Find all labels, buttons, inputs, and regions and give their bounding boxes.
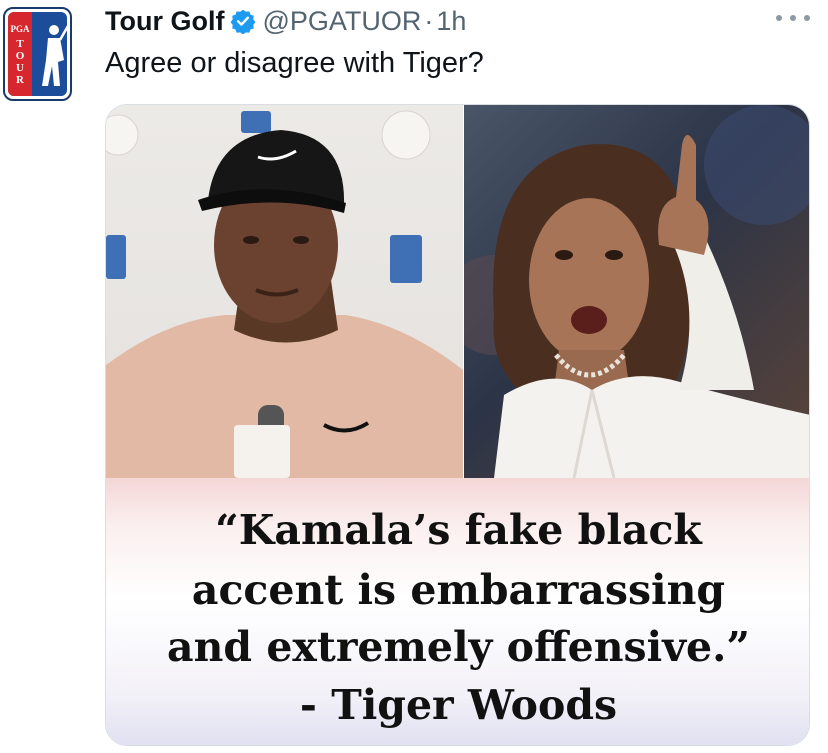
avatar[interactable]: PGA TOUR bbox=[3, 7, 72, 101]
logo-letter: R bbox=[16, 74, 24, 86]
timestamp[interactable]: 1h bbox=[436, 6, 466, 37]
logo-letter: U bbox=[16, 62, 24, 74]
golfer-silhouette-icon bbox=[42, 25, 67, 86]
photo-left bbox=[106, 105, 463, 478]
tweet-text: Agree or disagree with Tiger? bbox=[105, 47, 484, 79]
speaker-illustration bbox=[464, 105, 809, 478]
tweet-media[interactable]: “Kamala’s fake black accent is embarrass… bbox=[105, 104, 810, 746]
user-handle[interactable]: @PGATUOR bbox=[262, 6, 421, 37]
quote-attribution: - Tiger Woods bbox=[299, 681, 618, 729]
quote-line-3: and extremely offensive.” bbox=[167, 623, 750, 671]
logo-pga-text: PGA bbox=[10, 24, 30, 34]
more-horizontal-icon[interactable] bbox=[776, 8, 810, 28]
photo-right bbox=[464, 105, 809, 478]
separator-dot: · bbox=[424, 5, 434, 36]
pga-tour-logo: PGA TOUR bbox=[8, 12, 67, 96]
press-conference-illustration bbox=[106, 110, 463, 478]
quote-line-1: “Kamala’s fake black bbox=[215, 506, 702, 554]
logo-letter: O bbox=[15, 50, 25, 62]
verified-badge-icon bbox=[231, 9, 256, 34]
display-name[interactable]: Tour Golf bbox=[105, 6, 224, 37]
tweet-header: Tour Golf @PGATUOR · 1h bbox=[105, 4, 466, 38]
quote-line-2: accent is embarrassing bbox=[191, 566, 726, 614]
logo-letter: T bbox=[16, 38, 24, 50]
logo-tour-text: TOUR bbox=[8, 38, 32, 86]
quote-panel: “Kamala’s fake black accent is embarrass… bbox=[106, 478, 809, 745]
